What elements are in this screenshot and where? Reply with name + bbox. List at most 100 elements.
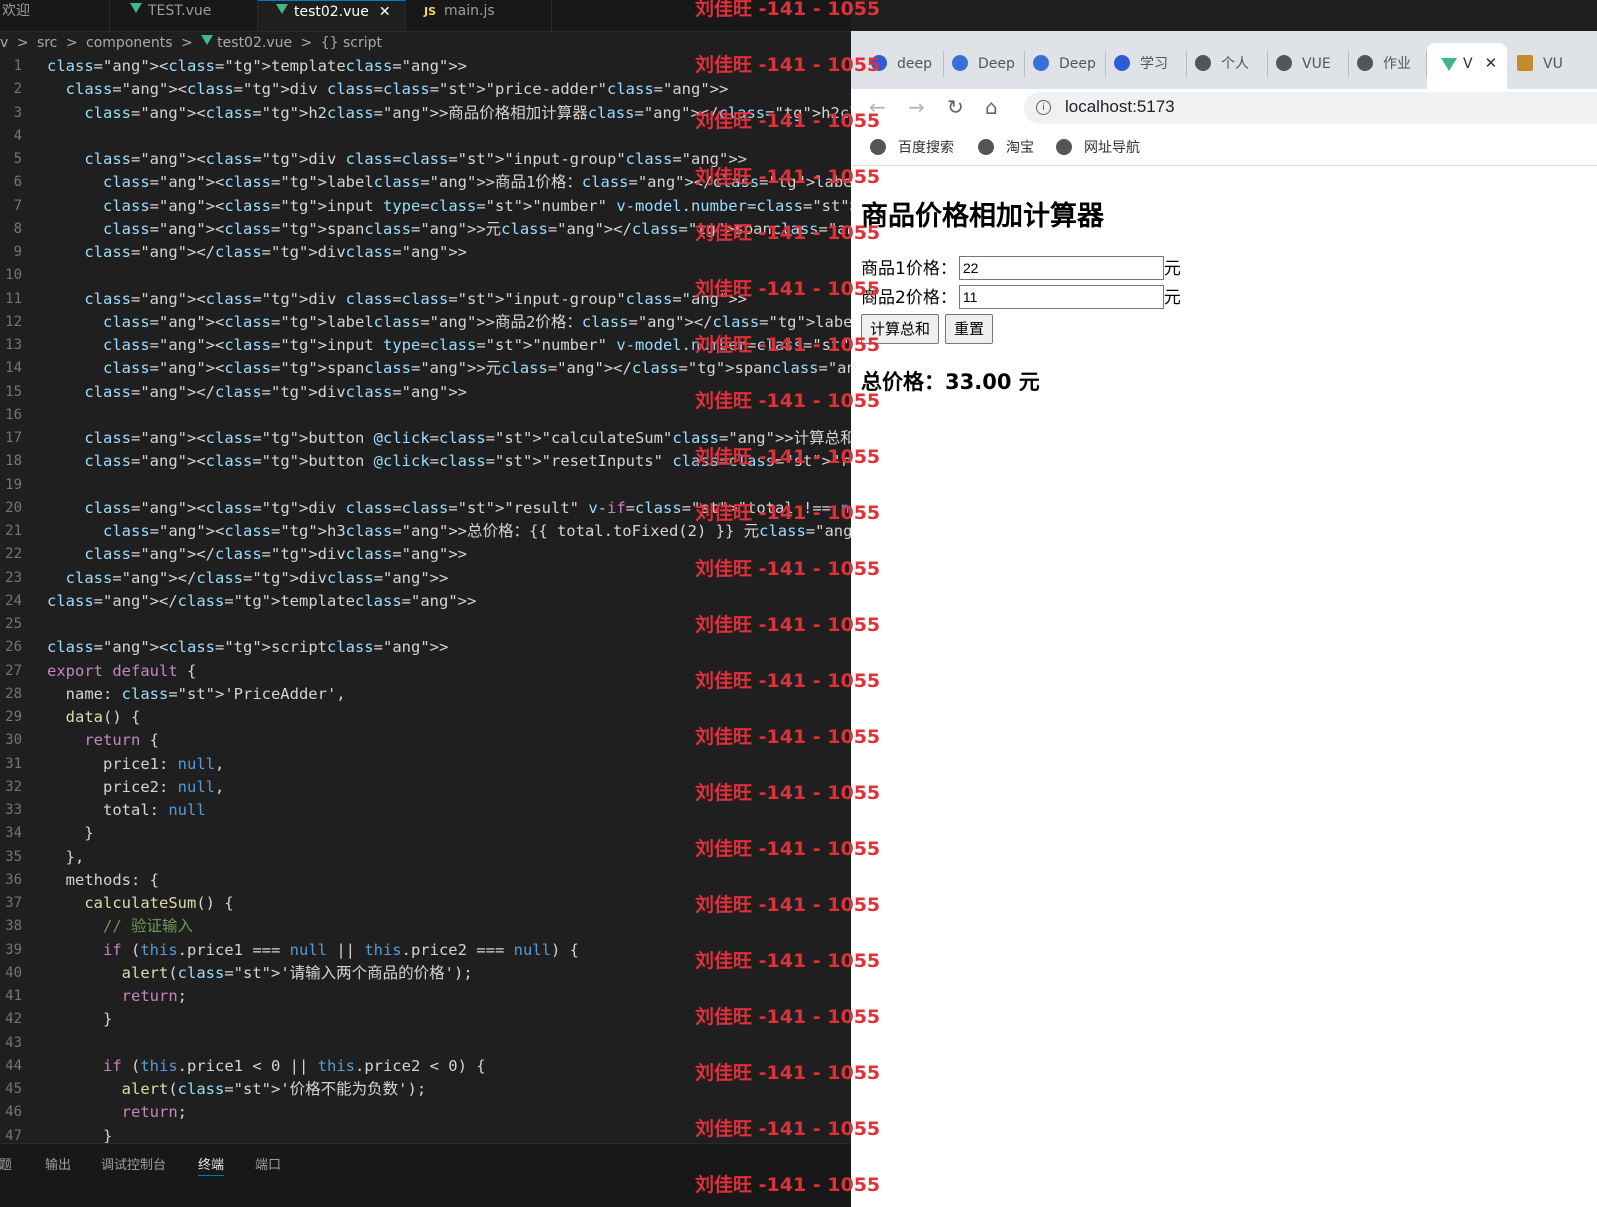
forward-arrow-icon[interactable]: → [908,95,925,119]
close-icon[interactable]: ✕ [379,4,391,20]
line-number: 41 [5,988,22,1004]
browser-tab[interactable]: Deep [944,51,1025,77]
globe-icon [1276,55,1292,71]
address-bar[interactable]: i localhost:5173 [1024,92,1597,124]
line-number: 4 [13,127,22,144]
line-number: 40 [5,964,22,981]
code-line[interactable]: 36 methods: { [0,869,851,892]
code-text: calculateSum() { [84,894,234,912]
breadcrumb-item[interactable]: {} script [321,35,382,51]
price2-input[interactable] [958,285,1164,309]
vue-file-icon [130,3,142,13]
code-line[interactable]: 7 class="ang"><class="tg">input type=cla… [0,195,851,218]
browser-tab[interactable]: VUE [1268,51,1349,77]
code-text: alert(class="st">'价格不能为负数'); [121,1080,427,1098]
code-text: } [47,1010,113,1029]
line-number: 43 [5,1034,22,1051]
panel-tab-terminal[interactable]: 终端 [198,1154,225,1176]
code-text: data() { [65,708,141,726]
code-text: price2: null, [47,777,225,796]
home-icon[interactable]: ⌂ [985,95,998,119]
line-number: 30 [5,732,22,749]
watermark-text: 刘佳旺 -141 - 1055 [695,1174,881,1196]
code-text: class="ang"><class="tg">templateclass="a… [47,57,467,75]
line-number: 27 [5,662,22,679]
line-number: 35 [5,848,22,865]
code-text: class="ang"><class="tg">input type=class… [103,196,851,215]
breadcrumb-item[interactable]: v [0,35,8,51]
bookmark-baidu-search[interactable]: 百度搜索 [870,137,954,157]
line-number: 18 [5,453,22,470]
line-number: 2 [13,81,22,98]
breadcrumb-item[interactable]: src [37,35,57,51]
input-group-price2: 商品2价格：元 [861,285,1181,311]
bookmarks-bar: 百度搜索 淘宝 网址导航 [851,129,1597,166]
code-text: price1: null, [47,754,225,773]
price1-unit: 元 [1163,259,1181,279]
editor-tab-welcome[interactable]: 欢迎 [0,0,110,31]
code-line[interactable]: 31 price1: null, [0,753,851,776]
close-icon[interactable]: ✕ [1485,54,1498,72]
editor-tab-label: TEST.vue [148,3,212,19]
code-line[interactable]: 43 [0,1032,851,1055]
line-number: 33 [5,802,22,818]
code-line[interactable]: 38 // 验证输入 [0,915,851,938]
code-text: export default { [47,661,197,680]
code-text: class="ang"></class="tg">divclass="ang">… [84,382,467,401]
panel-tab-output[interactable]: 输出 [45,1154,71,1173]
editor-tab-test02-vue[interactable]: test02.vue ✕ [258,0,406,31]
line-number: 19 [5,476,22,493]
watermark-text: 刘佳旺 -141 - 1055 [695,950,881,972]
browser-tab-label: 学习 [1140,56,1168,72]
code-line[interactable]: 19 [0,474,851,497]
code-text: return; [121,987,187,1005]
line-number: 44 [5,1057,22,1074]
browser-tab[interactable]: VU [1511,51,1597,77]
browser-tab[interactable]: Deep [1025,51,1106,77]
watermark-text: 刘佳旺 -141 - 1055 [695,222,881,244]
editor-tab-label: test02.vue [294,4,369,20]
line-number: 31 [5,755,22,772]
watermark-text: 刘佳旺 -141 - 1055 [695,334,881,356]
globe-icon [1357,55,1373,71]
line-number: 13 [5,337,22,353]
code-text: alert(class="st">'请输入两个商品的价格'); [121,963,473,982]
chevron-right-icon: > [180,35,193,51]
info-icon[interactable]: i [1036,100,1051,115]
code-line[interactable]: 2 class="ang"><class="tg">div class=clas… [0,78,851,101]
globe-icon [1195,55,1211,71]
breadcrumb-item[interactable]: components [86,35,173,51]
chevron-right-icon: > [16,35,29,51]
bookmark-site-nav[interactable]: 网址导航 [1056,137,1140,157]
browser-tab-active[interactable]: V ✕ [1427,43,1507,89]
browser-tab-strip: deep Deep Deep 学习 个人 VUE 作业 V ✕ VU [851,31,1597,89]
panel-tab-debug-console[interactable]: 调试控制台 [101,1154,166,1173]
code-text: class="ang"></class="tg">divclass="ang">… [84,243,467,261]
editor-tab-test-vue[interactable]: TEST.vue [110,0,258,31]
line-number: 38 [5,918,22,935]
line-number: 9 [13,244,22,260]
line-number: 1 [13,58,22,74]
browser-tab[interactable]: 学习 [1106,51,1187,77]
bookmark-taobao[interactable]: 淘宝 [978,137,1034,157]
code-line[interactable]: 26 class="ang"><class="tg">scriptclass="a… [0,636,851,659]
editor-tab-main-js[interactable]: JS main.js [406,0,552,31]
breadcrumb-item[interactable]: test02.vue [217,35,292,51]
deepseek-whale-icon [952,55,968,71]
reload-icon[interactable]: ↻ [947,95,964,119]
browser-tab[interactable]: 个人 [1187,51,1268,77]
line-number: 5 [13,151,22,167]
line-number: 21 [5,523,22,539]
reset-button[interactable]: 重置 [945,314,994,344]
line-number: 36 [5,871,22,888]
globe-icon [978,139,994,155]
globe-icon [870,139,886,155]
panel-tab-problems[interactable]: 问题 [0,1154,12,1173]
price1-input[interactable] [958,256,1164,280]
line-number: 23 [5,569,22,586]
code-text: name: class="st">'PriceAdder', [47,684,346,703]
globe-icon [1056,139,1072,155]
code-line[interactable]: 14 class="ang"><class="tg">spanclass="an… [0,357,851,380]
browser-tab[interactable]: 作业 [1349,51,1427,77]
panel-tab-ports[interactable]: 端口 [255,1154,281,1173]
